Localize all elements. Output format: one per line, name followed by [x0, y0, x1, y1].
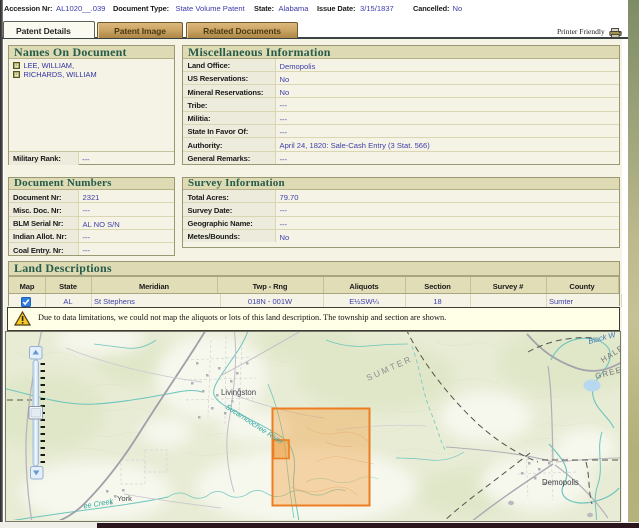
svg-text:Livingston: Livingston: [221, 388, 256, 397]
svg-text:Demopolis: Demopolis: [542, 478, 579, 487]
svg-text:York: York: [117, 494, 132, 503]
